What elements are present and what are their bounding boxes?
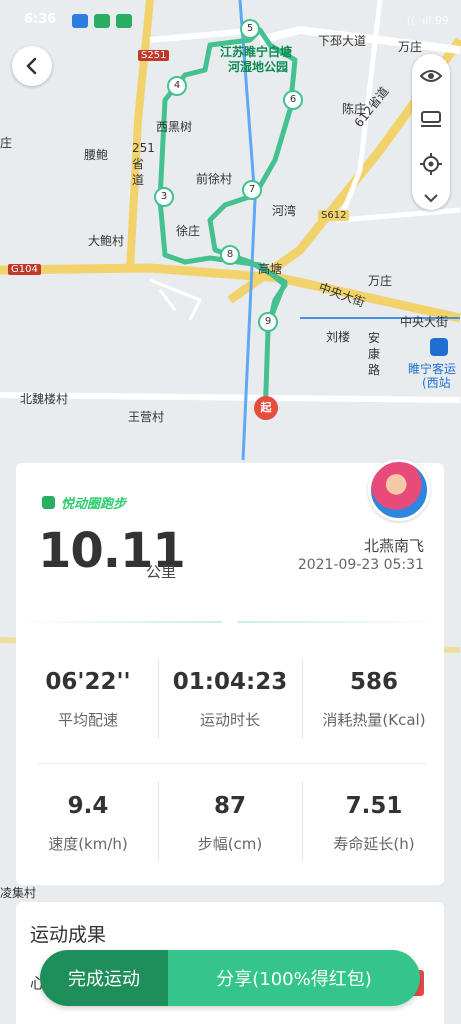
map-label: 高塘 (258, 262, 283, 276)
map-label: 刘楼 (326, 330, 351, 344)
divider (302, 781, 303, 861)
results-title: 运动成果 (30, 924, 107, 946)
map-label: 河湾 (272, 204, 297, 218)
share-button[interactable]: 分享(100%得红包) (168, 950, 420, 1006)
status-icons (72, 14, 132, 28)
km-marker-toggle[interactable] (412, 98, 450, 142)
locate-icon (420, 153, 442, 175)
map-label: 中央大街 (400, 315, 449, 329)
map-label: 凌集村 (0, 886, 37, 900)
stat-speed: 9.4 速度(km/h) (18, 793, 158, 854)
stat-label: 寿命延长(h) (333, 835, 415, 853)
map-label: 庄 (0, 136, 13, 150)
finish-button[interactable]: 完成运动 (40, 950, 168, 1006)
stat-value: 87 (213, 793, 246, 819)
map-label: 万庄 (398, 40, 423, 54)
avatar[interactable] (368, 459, 430, 521)
map-label: 徐庄 (176, 224, 201, 238)
status-right: (( ·ıll 99 (406, 14, 449, 27)
status-time: 6:36 (24, 12, 57, 27)
map-label: 大鲍村 (88, 234, 125, 248)
km-icon (421, 111, 441, 127)
map-label: 陈庄 (342, 102, 367, 116)
divider (158, 659, 159, 739)
stat-label: 速度(km/h) (48, 835, 128, 853)
divider (302, 659, 303, 739)
stat-calories: 586 消耗热量(Kcal) (304, 669, 444, 730)
divider (238, 621, 444, 623)
stat-label: 消耗热量(Kcal) (322, 711, 426, 729)
road-badge: G104 (8, 264, 41, 275)
stat-value: 06'22'' (45, 669, 131, 695)
road-badge: S612 (318, 210, 350, 221)
app-notification-icon (116, 14, 132, 28)
stat-label: 平均配速 (57, 711, 118, 729)
back-button[interactable] (12, 46, 52, 86)
run-datetime: 2021-09-23 05:31 (297, 557, 424, 573)
map-label: 河湿地公园 (228, 60, 289, 74)
start-marker: 起 (254, 396, 278, 420)
more-tools-button[interactable] (412, 186, 450, 210)
locate-button[interactable] (412, 142, 450, 186)
km-marker: 6 (283, 90, 303, 110)
map-label: 王营村 (128, 410, 165, 424)
eye-icon (419, 70, 443, 82)
action-bar: 完成运动 分享(100%得红包) (40, 950, 420, 1006)
map-label: 251省道 (132, 141, 155, 187)
km-marker: 8 (220, 245, 240, 265)
road-badge: S251 (138, 50, 170, 61)
km-marker: 4 (167, 76, 187, 96)
map-tools (412, 54, 450, 210)
distance-unit: 公里 (146, 563, 177, 581)
brand-name: 悦动圈跑步 (61, 497, 127, 512)
divider (16, 621, 222, 623)
stat-duration: 01:04:23 运动时长 (160, 669, 300, 730)
map-label: 西黑树 (156, 120, 193, 134)
stat-value: 9.4 (67, 793, 109, 819)
bus-icon (430, 338, 448, 356)
toggle-visibility-button[interactable] (412, 54, 450, 98)
map-label: (西站 (422, 376, 451, 390)
app-notification-icon (94, 14, 110, 28)
km-marker: 9 (258, 312, 278, 332)
map-label: 腰鲍 (84, 148, 109, 162)
stat-label: 运动时长 (199, 711, 260, 729)
divider (38, 763, 426, 764)
status-bar: 6:36 (( ·ıll 99 (0, 0, 461, 40)
stat-avg-pace: 06'22'' 平均配速 (18, 669, 158, 730)
run-summary-card: 悦动圈跑步 10.11 公里 北燕南飞 2021-09-23 05:31 06'… (16, 459, 444, 885)
app-logo-icon (42, 496, 55, 509)
stat-value: 01:04:23 (172, 669, 288, 695)
km-marker: 3 (154, 187, 174, 207)
stat-value: 7.51 (345, 793, 403, 819)
app-notification-icon (72, 14, 88, 28)
map-label: 北魏楼村 (20, 392, 69, 406)
chevron-down-icon (424, 194, 438, 203)
stat-stride: 87 步幅(cm) (160, 793, 300, 854)
brand-logo: 悦动圈跑步 (42, 493, 126, 512)
km-marker: 7 (242, 180, 262, 200)
divider (158, 781, 159, 861)
back-arrow-icon (26, 57, 37, 75)
stat-life-extension: 7.51 寿命延长(h) (304, 793, 444, 854)
stat-label: 步幅(cm) (197, 835, 263, 853)
user-name: 北燕南飞 (363, 537, 424, 555)
map-label: 安康路 (368, 331, 381, 377)
map-label: 万庄 (368, 274, 393, 288)
map-label: 前徐村 (196, 172, 233, 186)
stat-value: 586 (349, 669, 398, 695)
